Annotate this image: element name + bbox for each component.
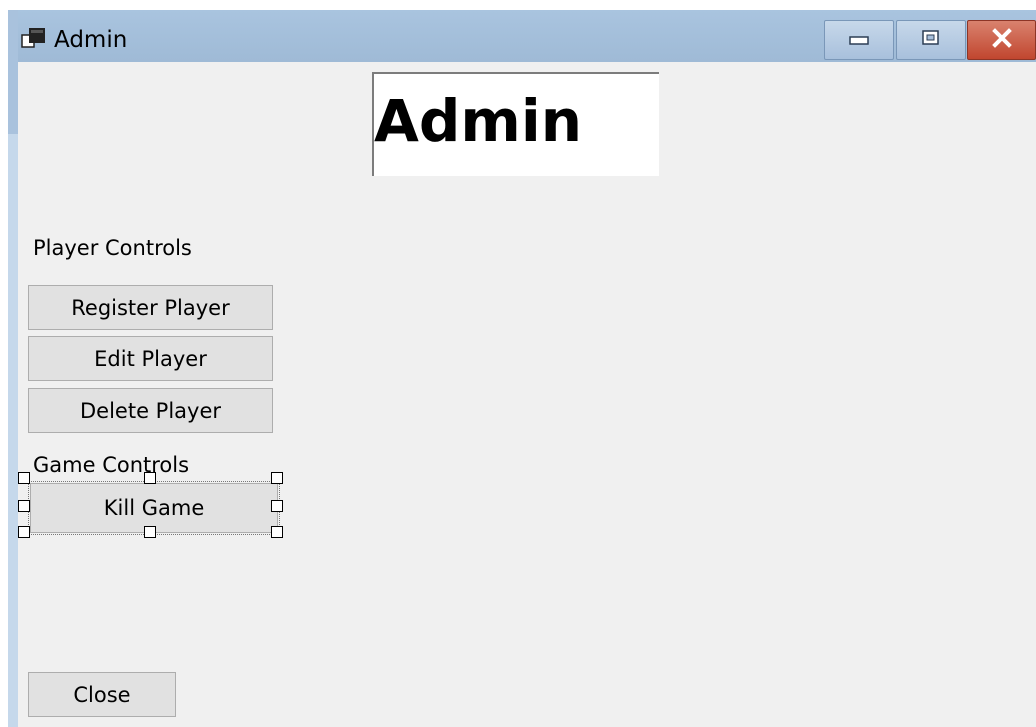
- page-title: Admin: [374, 87, 583, 155]
- close-button[interactable]: Close: [28, 672, 176, 717]
- maximize-button[interactable]: [896, 20, 966, 60]
- edit-player-button[interactable]: Edit Player: [28, 336, 273, 381]
- window-title: Admin: [54, 27, 128, 53]
- maximize-icon: [921, 29, 941, 51]
- close-window-button[interactable]: [967, 20, 1036, 60]
- player-controls-label: Player Controls: [33, 236, 192, 260]
- minimize-button[interactable]: [824, 20, 894, 60]
- client-area: Admin Player Controls Register Player Ed…: [18, 62, 1036, 727]
- resize-handle-bottom-right[interactable]: [271, 526, 283, 538]
- window-left-border: [8, 10, 18, 727]
- close-icon: [991, 28, 1013, 52]
- title-bar[interactable]: Admin: [8, 10, 1036, 62]
- resize-handle-bottom-left[interactable]: [18, 526, 30, 538]
- resize-handle-top-left[interactable]: [18, 472, 30, 484]
- resize-handle-top-right[interactable]: [271, 472, 283, 484]
- admin-window: Admin Admin Player Controls Register Pla…: [8, 10, 1036, 727]
- resize-handle-bottom[interactable]: [144, 526, 156, 538]
- page-title-box: Admin: [372, 72, 659, 176]
- resize-handle-right[interactable]: [271, 500, 283, 512]
- resize-handle-left[interactable]: [18, 500, 30, 512]
- game-controls-label: Game Controls: [33, 453, 190, 477]
- register-player-button[interactable]: Register Player: [28, 285, 273, 330]
- delete-player-button[interactable]: Delete Player: [28, 388, 273, 433]
- resize-handle-top[interactable]: [144, 472, 156, 484]
- window-app-icon: [21, 27, 47, 51]
- minimize-icon: [848, 31, 870, 50]
